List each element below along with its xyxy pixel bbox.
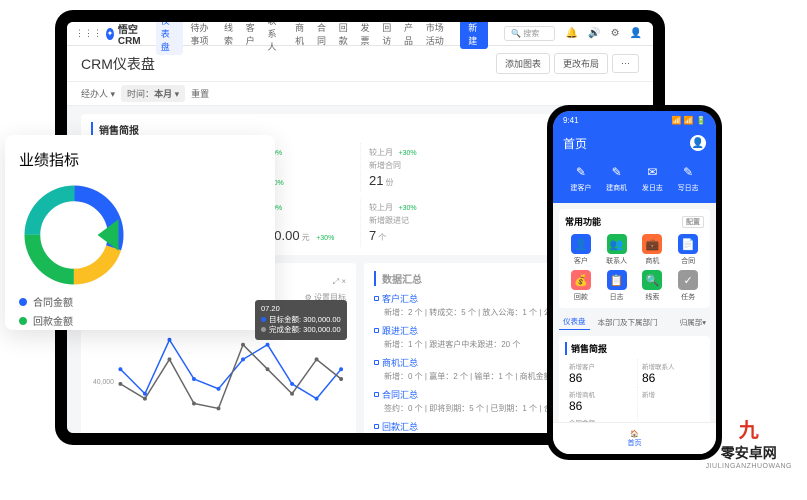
phone-statusbar: 9:41📶 📶 🔋 (553, 111, 716, 129)
func-item[interactable]: 💰回款 (565, 270, 597, 302)
func-item[interactable]: 📋日志 (601, 270, 633, 302)
nav-contacts[interactable]: 联系人 (265, 22, 289, 53)
nav-contracts[interactable]: 合同 (314, 22, 332, 47)
nav-home[interactable]: 🏠首页 (628, 430, 642, 448)
svg-text:40,000: 40,000 (93, 379, 114, 386)
sound-icon[interactable]: 🔊 (588, 28, 600, 39)
home-icon: 🏠 (630, 430, 639, 438)
tab-dashboard[interactable]: 仪表盘 (559, 314, 590, 330)
quick-action[interactable]: ✎写日志 (678, 163, 699, 193)
assignee-filter[interactable]: 经办人 ▾ (81, 87, 115, 100)
topbar: ⋮⋮⋮ ✦ 悟空CRM 仪表盘 待办事项 线索 客户 联系人 商机 合同 回款 … (67, 22, 653, 46)
nav-visits[interactable]: 回访 (379, 22, 397, 47)
bell-icon[interactable]: 🔔 (566, 28, 578, 39)
watermark-logo: 九 (706, 414, 792, 443)
nav-receivables[interactable]: 回款 (336, 22, 354, 47)
phone-tabs: 仪表盘 本部门及下属部门 归属部▾ (553, 314, 716, 330)
page-header: CRM仪表盘 添加图表 更改布局 ⋯ (67, 46, 653, 82)
kpi-legend: 合同金额 回款金额 (19, 294, 261, 328)
change-layout-button[interactable]: 更改布局 (554, 53, 608, 74)
config-button[interactable]: 配置 (682, 216, 704, 228)
phone-header: 首页 👤 (553, 129, 716, 157)
quick-action[interactable]: ✎建客户 (570, 163, 591, 193)
watermark: 九 零安卓网 JIULINGANZHUOWANG (706, 414, 792, 470)
func-item[interactable]: ✓任务 (672, 270, 704, 302)
nav-opportunities[interactable]: 商机 (292, 22, 310, 47)
apps-icon[interactable]: ⋮⋮⋮ (75, 28, 102, 39)
brand-logo[interactable]: ✦ (106, 28, 114, 40)
stat-cell[interactable]: 较上月 +30% 新增合同 21份 (360, 143, 495, 192)
func-item[interactable]: 💼商机 (637, 234, 669, 266)
summary-title: 数据汇总 (374, 271, 422, 286)
phone-frame: 9:41📶 📶 🔋 首页 👤 ✎建客户✎建商机✉发日志✎写日志 常用功能配置 👤… (547, 105, 722, 460)
func-item[interactable]: 📄合同 (672, 234, 704, 266)
phone-functions: 常用功能配置 👤客户👥联系人💼商机📄合同💰回款📋日志🔍线索✓任务 (559, 209, 710, 308)
nav-dashboard[interactable]: 仪表盘 (156, 22, 184, 55)
nav-todo[interactable]: 待办事项 (187, 22, 217, 47)
kpi-title: 业绩指标 (19, 149, 261, 170)
close-icon[interactable]: × (341, 277, 346, 286)
user-icon[interactable]: 👤 (630, 28, 642, 39)
func-item[interactable]: 🔍线索 (637, 270, 669, 302)
stat-cell[interactable]: 较上月 +30% 新增跟进记 7个 (360, 198, 495, 247)
add-chart-button[interactable]: 添加图表 (496, 53, 550, 74)
nav-products[interactable]: 产品 (401, 22, 419, 47)
new-button[interactable]: 新建 (460, 22, 488, 49)
donut-chart (19, 180, 129, 290)
phone-stat-row: 新增商机86 新增 (565, 387, 704, 415)
phone-screen: 9:41📶 📶 🔋 首页 👤 ✎建客户✎建商机✉发日志✎写日志 常用功能配置 👤… (553, 111, 716, 454)
phone-quick-actions: ✎建客户 ✎建商机 ✉发日志 ✎写日志 (553, 157, 716, 203)
tab-dept[interactable]: 本部门及下属部门 (594, 315, 662, 330)
func-item[interactable]: 👤客户 (565, 234, 597, 266)
kpi-card: 业绩指标 合同金额 回款金额 (5, 135, 275, 330)
filters-bar: 经办人 ▾ 时间：本月 ▾ 重置 (67, 82, 653, 106)
nav-marketing[interactable]: 市场活动 (423, 22, 453, 47)
avatar-icon[interactable]: 👤 (690, 135, 706, 151)
search-input[interactable]: 🔍 搜索 (504, 26, 555, 41)
signal-icon: 📶 📶 🔋 (672, 116, 706, 125)
more-button[interactable]: ⋯ (612, 54, 639, 73)
quick-action[interactable]: ✉发日志 (642, 163, 663, 193)
phone-bottom-nav: 🏠首页 (553, 422, 716, 454)
expand-icon[interactable]: ⤢ (333, 277, 339, 286)
nav-customers[interactable]: 客户 (243, 22, 261, 47)
page-title: CRM仪表盘 (81, 54, 155, 74)
quick-action[interactable]: ✎建商机 (606, 163, 627, 193)
phone-stat-row: 新增客户86 新增联系人86 (565, 359, 704, 387)
reset-button[interactable]: 重置 (191, 87, 209, 100)
gear-icon[interactable]: ⚙ (611, 28, 620, 39)
tab-scope[interactable]: 归属部▾ (676, 315, 710, 330)
brand-name: 悟空CRM (118, 22, 146, 47)
chart-tooltip: 07.20 目标金额: 300,000.00 完成金额: 300,000.00 (255, 300, 347, 340)
time-filter[interactable]: 时间：本月 ▾ (121, 85, 185, 102)
nav-invoices[interactable]: 发票 (357, 22, 375, 47)
nav-leads[interactable]: 线索 (221, 22, 239, 47)
func-item[interactable]: 👥联系人 (601, 234, 633, 266)
